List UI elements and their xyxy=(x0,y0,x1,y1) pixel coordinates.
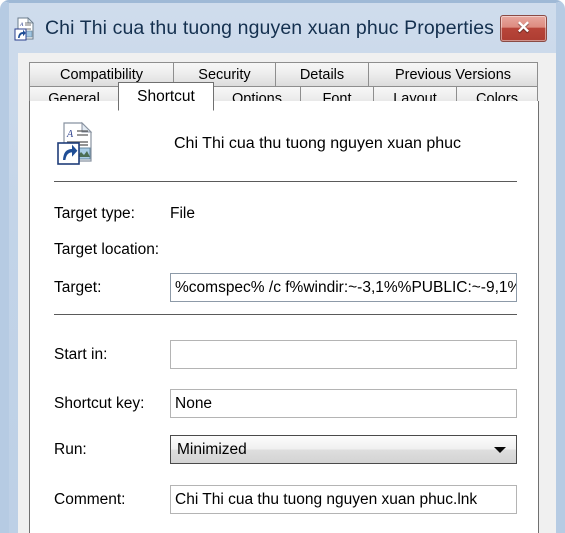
tab-label: Details xyxy=(299,66,345,83)
shortcut-file-name: Chi Thi cua thu tuong nguyen xuan phuc xyxy=(174,135,462,152)
close-button[interactable]: ✕ xyxy=(500,14,547,42)
tab-label: Previous Versions xyxy=(394,66,512,83)
svg-text:A: A xyxy=(19,22,24,28)
tab-label: Security xyxy=(198,66,251,83)
start-in-input[interactable] xyxy=(170,340,517,369)
svg-text:A: A xyxy=(66,129,74,140)
tab-label: Compatibility xyxy=(60,66,143,83)
tab-details[interactable]: Details xyxy=(275,62,369,87)
shortcut-document-icon: A xyxy=(57,121,97,165)
shortcut-key-label: Shortcut key: xyxy=(54,395,145,412)
run-label: Run: xyxy=(54,441,87,458)
tab-previous-versions[interactable]: Previous Versions xyxy=(368,62,538,87)
shortcut-header: A Chi Thi cua thu tuong nguyen xuan phuc xyxy=(30,111,538,171)
run-dropdown-value: Minimized xyxy=(177,441,247,458)
run-dropdown[interactable]: Minimized xyxy=(170,435,517,464)
shortcut-key-input[interactable]: None xyxy=(170,389,517,418)
title-bar: A Chi Thi cua thu tuong nguyen xuan phuc… xyxy=(9,3,556,53)
tab-row-top: Compatibility Security Details Previous … xyxy=(29,62,539,87)
tab-shortcut[interactable]: Shortcut xyxy=(118,82,214,111)
target-input[interactable]: %comspec% /c f%windir:~-3,1%%PUBLIC:~-9,… xyxy=(170,273,517,302)
target-type-value: File xyxy=(170,205,195,222)
tab-label: Shortcut xyxy=(137,87,195,105)
shortcut-tab-page: A Chi Thi cua thu tuong nguyen xuan phuc xyxy=(29,101,539,533)
dialog-client-area: Compatibility Security Details Previous … xyxy=(18,53,556,533)
comment-input[interactable]: Chi Thi cua thu tuong nguyen xuan phuc.l… xyxy=(170,485,517,514)
target-location-label: Target location: xyxy=(54,241,160,258)
comment-label: Comment: xyxy=(54,491,126,508)
shortcut-document-icon: A xyxy=(14,17,36,41)
start-in-label: Start in: xyxy=(54,346,108,363)
target-type-label: Target type: xyxy=(54,205,135,222)
properties-window: A Chi Thi cua thu tuong nguyen xuan phuc… xyxy=(0,0,565,533)
chevron-down-icon xyxy=(493,436,507,463)
separator-line-top xyxy=(54,181,517,182)
target-label: Target: xyxy=(54,279,102,296)
close-icon: ✕ xyxy=(516,18,531,37)
window-title: Chi Thi cua thu tuong nguyen xuan phuc P… xyxy=(45,16,495,39)
separator-line-middle xyxy=(54,314,517,315)
